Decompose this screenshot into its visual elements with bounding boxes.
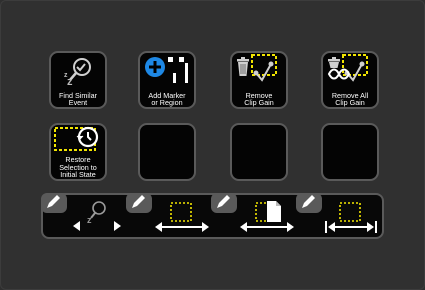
svg-text:z: z bbox=[64, 72, 68, 79]
restore-selection-button[interactable]: Restore Selection to Initial State bbox=[49, 123, 107, 181]
remove-all-clip-gain-label: Remove All Clip Gain bbox=[331, 90, 369, 107]
remove-clip-gain-button[interactable]: Remove Clip Gain bbox=[230, 51, 288, 109]
add-marker-or-region-label: Add Marker or Region bbox=[148, 90, 186, 107]
dial-touch-strip[interactable]: z bbox=[41, 193, 384, 239]
find-similar-event-button[interactable]: z z Find Similar Event bbox=[49, 51, 107, 109]
pencil-icon[interactable] bbox=[296, 193, 322, 213]
nudge-clip-icon[interactable] bbox=[236, 195, 298, 237]
find-similar-arrows-icon[interactable]: z bbox=[67, 195, 127, 237]
find-similar-event-label: Find Similar Event bbox=[59, 90, 97, 107]
pencil-icon[interactable] bbox=[211, 193, 237, 213]
nudge-selection-icon[interactable] bbox=[151, 195, 213, 237]
svg-text:z: z bbox=[87, 215, 92, 225]
remove-all-clip-gain-button[interactable]: Remove All Clip Gain bbox=[321, 51, 379, 109]
remove-clip-gain-label: Remove Clip Gain bbox=[244, 90, 274, 107]
empty-key[interactable] bbox=[138, 123, 196, 181]
empty-key[interactable] bbox=[230, 123, 288, 181]
pencil-icon[interactable] bbox=[41, 193, 67, 213]
add-marker-or-region-button[interactable]: Add Marker or Region bbox=[138, 51, 196, 109]
restore-selection-label: Restore Selection to Initial State bbox=[59, 155, 97, 179]
stream-deck-panel: z z Find Similar Event Add Marker or Reg… bbox=[0, 0, 425, 290]
empty-key[interactable] bbox=[321, 123, 379, 181]
svg-text:z: z bbox=[67, 76, 73, 88]
trim-selection-icon[interactable] bbox=[320, 195, 382, 237]
pencil-icon[interactable] bbox=[126, 193, 152, 213]
